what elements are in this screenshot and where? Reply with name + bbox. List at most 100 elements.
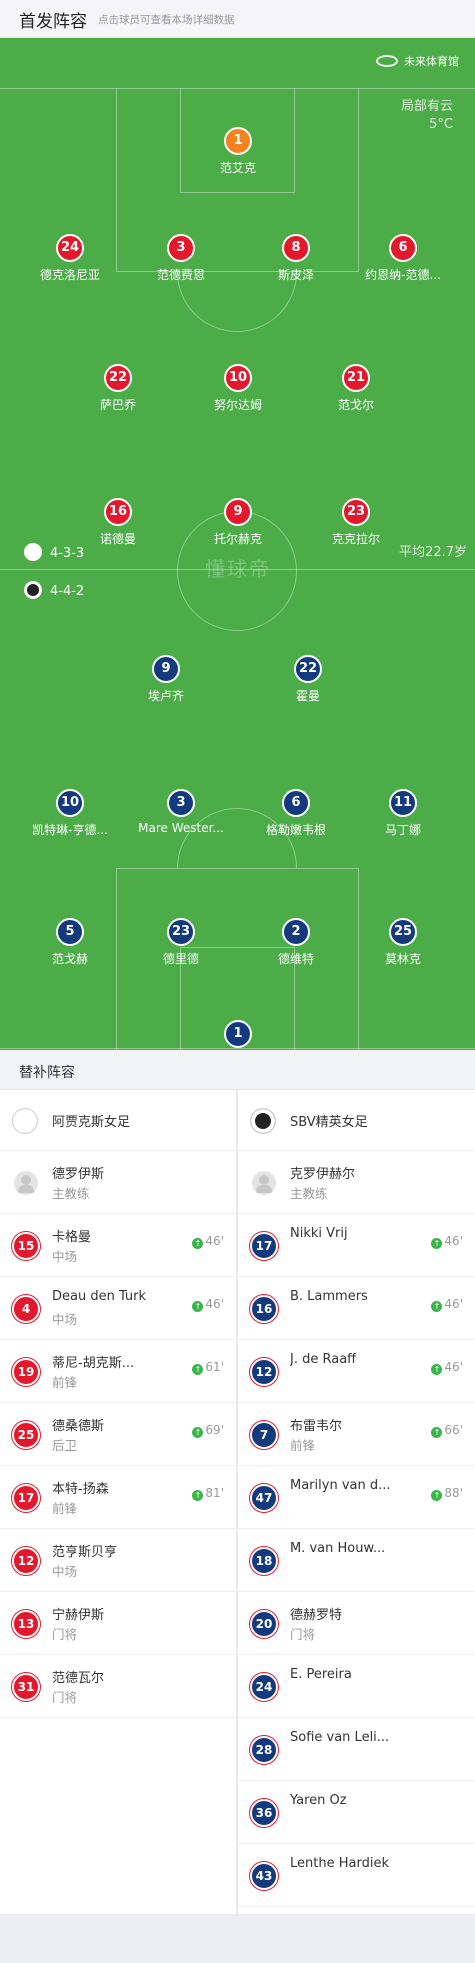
player-h-0[interactable]: 1 范艾克: [168, 127, 308, 176]
jersey-number: 12: [12, 1547, 40, 1575]
player-name: 德桑德斯: [52, 1419, 105, 1434]
jersey-number: 28: [250, 1736, 278, 1764]
jersey-number: 13: [12, 1610, 40, 1638]
bench-row[interactable]: 12 J. de Raaff ↑ 46': [238, 1340, 475, 1403]
sub-on-indicator: ↑ 46': [192, 1234, 224, 1249]
player-position: 后卫: [52, 1438, 78, 1453]
bench-row[interactable]: 47 Marilyn van d... ↑ 88': [238, 1466, 475, 1529]
player-position: 中场: [52, 1249, 78, 1264]
player-position: 门将: [290, 1627, 316, 1642]
bench-row[interactable]: 31 范德瓦尔 门将: [0, 1655, 236, 1718]
bench-row[interactable]: 28 Sofie van Leli...: [238, 1718, 475, 1781]
page-subtitle: 点击球员可查看本场详细数据: [98, 14, 235, 26]
sub-on-indicator: ↑ 61': [192, 1360, 224, 1375]
jersey-number: 1: [224, 127, 252, 155]
jersey-number: 25: [389, 918, 417, 946]
bench-row[interactable]: 36 Yaren Öz: [238, 1781, 475, 1844]
jersey-number: 17: [12, 1484, 40, 1512]
jersey-number: 15: [12, 1232, 40, 1260]
away-coach[interactable]: 克罗伊赫尔 主教练: [238, 1151, 475, 1214]
player-name: Sofie van Leli...: [290, 1730, 390, 1745]
player-name: 霍曼: [295, 689, 320, 703]
player-a-5[interactable]: 11 马丁娜: [333, 789, 473, 838]
player-name: 萨巴乔: [99, 398, 136, 412]
jersey-number: 31: [12, 1673, 40, 1701]
sub-on-icon: ↑: [192, 1490, 204, 1501]
coach-role: 主教练: [52, 1186, 90, 1201]
player-h-5[interactable]: 22 萨巴乔: [48, 364, 188, 413]
jersey-number: 19: [12, 1358, 40, 1386]
player-h-7[interactable]: 21 范戈尔: [286, 364, 426, 413]
bench-row[interactable]: 43 Lenthe Hardiek: [238, 1844, 475, 1907]
player-name: 德赫罗特: [290, 1608, 343, 1623]
player-position: 门将: [52, 1690, 78, 1705]
player-h-10[interactable]: 23 克克拉尔: [286, 498, 426, 547]
player-h-4[interactable]: 6 约恩纳-范德...: [333, 234, 473, 283]
jersey-number: 25: [12, 1421, 40, 1449]
jersey-number: 17: [250, 1232, 278, 1260]
away-team-header[interactable]: SBV精英女足: [238, 1090, 475, 1151]
sub-on-icon: ↑: [431, 1238, 443, 1249]
jersey-number: 5: [56, 918, 84, 946]
player-a-0[interactable]: 9 埃卢齐: [96, 655, 236, 704]
sub-time: 46': [205, 1234, 224, 1248]
avatar-icon: [252, 1171, 276, 1195]
page-title: 首发阵容: [19, 12, 87, 32]
home-coach[interactable]: 德罗伊斯 主教练: [0, 1151, 236, 1214]
home-bench: 阿贾克斯女足 德罗伊斯 主教练 15 卡格曼 中场 ↑ 46' 4 Deau den Turk…: [0, 1090, 236, 1914]
sub-on-indicator: ↑ 81': [192, 1486, 224, 1501]
jersey-number: 47: [250, 1484, 278, 1512]
player-a-1[interactable]: 22 霍曼: [238, 655, 378, 704]
jersey-number: 43: [250, 1862, 278, 1890]
home-formation-label: 4-3-3: [50, 546, 85, 561]
coach-role: 主教练: [290, 1186, 328, 1201]
jersey-number: 3: [167, 789, 195, 817]
bench-row[interactable]: 19 蒂尼-胡克斯... 前锋 ↑ 61': [0, 1340, 236, 1403]
player-position: 前锋: [290, 1438, 316, 1453]
bench-row[interactable]: 15 卡格曼 中场 ↑ 46': [0, 1214, 236, 1277]
player-name: J. de Raaff: [290, 1352, 357, 1367]
player-name: 约恩纳-范德...: [365, 268, 441, 282]
excelsior-logo-icon: [250, 1108, 276, 1134]
sub-time: 69': [205, 1423, 224, 1437]
bench-row[interactable]: 7 布雷韦尔 前锋 ↑ 66': [238, 1403, 475, 1466]
jersey-number: 16: [104, 498, 132, 526]
avatar-icon: [14, 1171, 38, 1195]
venue: 未来体育馆: [376, 53, 459, 69]
bench-row[interactable]: 4 Deau den Turk 中场 ↑ 46': [0, 1277, 236, 1340]
bench-row[interactable]: 18 M. van Houw...: [238, 1529, 475, 1592]
player-name: 克克拉尔: [331, 532, 380, 546]
sub-on-icon: ↑: [431, 1364, 443, 1375]
jersey-number: 24: [56, 234, 84, 262]
away-team-name: SBV精英女足: [290, 1115, 368, 1130]
jersey-number: 10: [56, 789, 84, 817]
jersey-number: 16: [250, 1295, 278, 1323]
bench-row[interactable]: 25 德桑德斯 后卫 ↑ 69': [0, 1403, 236, 1466]
header: 首发阵容 点击球员可查看本场详细数据: [0, 0, 475, 38]
player-a-9[interactable]: 25 莫林克: [333, 918, 473, 967]
sub-time: 81': [205, 1486, 224, 1500]
bench-row[interactable]: 13 宁赫伊斯 门将: [0, 1592, 236, 1655]
player-name: Deau den Turk: [52, 1289, 147, 1304]
player-name: Yaren Öz: [290, 1793, 347, 1808]
sub-on-indicator: ↑ 66': [431, 1423, 463, 1438]
subs-header: 替补阵容: [0, 1050, 475, 1090]
bench-row[interactable]: 24 E. Pereira: [238, 1655, 475, 1718]
bench-row[interactable]: 20 德赫罗特 门将: [238, 1592, 475, 1655]
jersey-number: 21: [342, 364, 370, 392]
bench-row[interactable]: 17 本特-扬森 前锋 ↑ 81': [0, 1466, 236, 1529]
coach-name: 克罗伊赫尔: [290, 1167, 356, 1182]
player-a-10[interactable]: 1Anouk van d...: [168, 1020, 308, 1050]
jersey-number: 22: [294, 655, 322, 683]
jersey-number: 23: [342, 498, 370, 526]
home-team-name: 阿贾克斯女足: [52, 1115, 131, 1130]
player-name: 范亨斯贝亨: [52, 1545, 118, 1560]
bench-row[interactable]: 12 范亨斯贝亨 中场: [0, 1529, 236, 1592]
bench-row[interactable]: 16 B. Lammers ↑ 46': [238, 1277, 475, 1340]
player-h-8[interactable]: 16 诺德曼: [48, 498, 188, 547]
player-name: 埃卢齐: [147, 689, 184, 703]
bench-row[interactable]: 17 Nikki Vrij ↑ 46': [238, 1214, 475, 1277]
player-position: 中场: [52, 1312, 78, 1327]
home-team-header[interactable]: 阿贾克斯女足: [0, 1090, 236, 1151]
sub-time: 46': [444, 1297, 463, 1311]
